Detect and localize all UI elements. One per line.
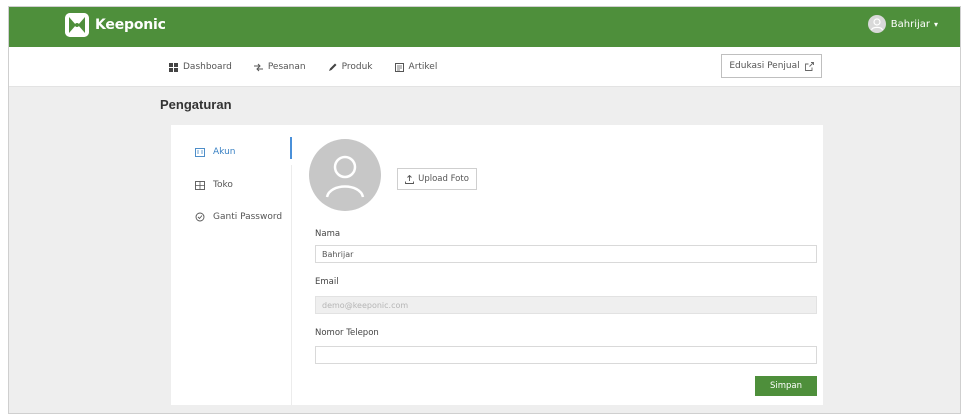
- nav-item-label: Artikel: [408, 62, 438, 72]
- upload-photo-button[interactable]: Upload Foto: [397, 168, 477, 190]
- page-title: Pengaturan: [160, 97, 232, 112]
- settings-menu-label: Akun: [213, 147, 236, 157]
- upload-icon: [405, 174, 415, 184]
- nav-item-dashboard[interactable]: Dashboard: [169, 62, 232, 72]
- edukasi-penjual-label: Edukasi Penjual: [729, 61, 800, 71]
- nav-item-label: Produk: [341, 62, 373, 72]
- user-name: Bahrijar: [890, 18, 930, 30]
- email-label: Email: [315, 277, 339, 287]
- article-icon: [394, 62, 404, 72]
- logo-icon: [65, 13, 89, 37]
- nav-item-produk[interactable]: Produk: [328, 62, 373, 72]
- settings-menu: Akun Toko Ganti Password: [171, 125, 293, 405]
- upload-photo-label: Upload Foto: [418, 174, 469, 184]
- account-icon: [195, 147, 205, 157]
- name-field[interactable]: Bahrijar: [315, 245, 817, 263]
- nav-bar: Dashboard Pesanan Produk Artikel Edukasi…: [9, 47, 960, 87]
- app-window: Keeponic Bahrijar ▾ Dashboard Pesanan Pr…: [8, 6, 961, 414]
- menu-divider: [291, 165, 292, 405]
- edukasi-penjual-button[interactable]: Edukasi Penjual: [721, 54, 822, 78]
- nav-item-label: Dashboard: [183, 62, 232, 72]
- password-icon: [195, 212, 205, 222]
- settings-menu-akun[interactable]: Akun: [195, 147, 236, 157]
- external-link-icon: [804, 61, 814, 71]
- profile-photo: [309, 139, 381, 211]
- brand-name: Keeponic: [95, 17, 166, 33]
- pencil-icon: [328, 63, 337, 71]
- save-button[interactable]: Simpan: [755, 376, 817, 396]
- name-label: Nama: [315, 229, 341, 239]
- dashboard-icon: [169, 62, 178, 72]
- chevron-down-icon: ▾: [933, 19, 938, 29]
- settings-card: Akun Toko Ganti Password Upload Foto Nam…: [171, 125, 823, 405]
- settings-menu-label: Ganti Password: [213, 212, 283, 222]
- nav-item-artikel[interactable]: Artikel: [394, 62, 438, 72]
- phone-field[interactable]: [315, 346, 817, 364]
- active-indicator: [290, 137, 292, 159]
- phone-label: Nomor Telepon: [315, 328, 379, 338]
- nav-item-pesanan[interactable]: Pesanan: [253, 62, 306, 72]
- nav-item-label: Pesanan: [267, 62, 306, 72]
- top-bar: Keeponic Bahrijar ▾: [9, 7, 960, 47]
- brand-logo[interactable]: Keeponic: [65, 13, 166, 37]
- orders-icon: [253, 63, 263, 71]
- email-field: demo@keeponic.com: [315, 296, 817, 314]
- user-avatar: [867, 15, 886, 33]
- settings-menu-toko[interactable]: Toko: [195, 180, 233, 190]
- settings-menu-ganti-password[interactable]: Ganti Password: [195, 212, 282, 222]
- user-menu[interactable]: Bahrijar ▾: [867, 15, 938, 33]
- store-icon: [195, 180, 205, 190]
- settings-menu-label: Toko: [213, 180, 233, 190]
- user-icon: [325, 155, 365, 198]
